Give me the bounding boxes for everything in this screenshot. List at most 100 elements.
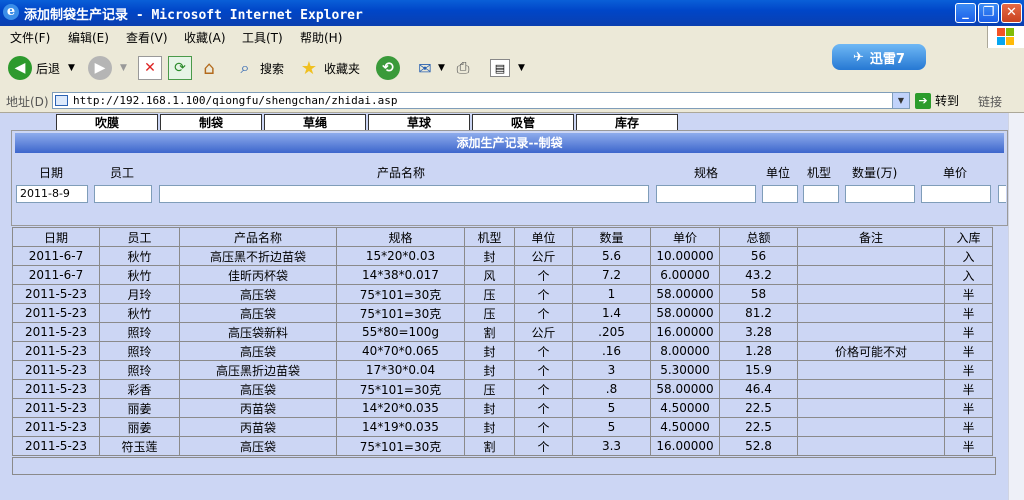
cell-date: 2011-6-7 <box>12 246 100 266</box>
cell-remark <box>797 398 945 418</box>
cell-date: 2011-5-23 <box>12 322 100 342</box>
cell-date: 2011-5-23 <box>12 417 100 437</box>
unit-input[interactable] <box>762 185 798 203</box>
menu-file[interactable]: 文件(F) <box>10 29 50 46</box>
cell-total: 3.28 <box>719 322 798 342</box>
forward-arrow-icon: ▶ <box>88 56 112 80</box>
restore-button[interactable]: ❐ <box>978 3 999 23</box>
cell-product-name: 丙苗袋 <box>179 398 337 418</box>
table-row: 2011-5-23 彩香 高压袋 75*101=30克压个 .8 58.00000 46.4… <box>12 379 993 399</box>
cell-spec: 14*38*0.017 <box>336 265 465 285</box>
cell-remark <box>797 265 945 285</box>
unit-price-input[interactable] <box>921 185 991 203</box>
tab-zhidai[interactable]: 制袋 <box>160 114 262 131</box>
cell-machine: 封 <box>464 246 515 266</box>
cell-date: 2011-5-23 <box>12 379 100 399</box>
home-button[interactable]: ⌂ <box>198 55 220 81</box>
cell-total: 22.5 <box>719 398 798 418</box>
address-dropdown-icon[interactable]: ▼ <box>892 93 909 108</box>
spec-input[interactable] <box>656 185 756 203</box>
history-icon: ⟲ <box>376 56 400 80</box>
edit-button[interactable]: ▤ ▼ <box>490 55 525 81</box>
back-button[interactable]: ◀ 后退 ▼ <box>8 55 75 81</box>
quantity-input[interactable] <box>845 185 915 203</box>
thunder-button[interactable]: ✈ 迅雷7 <box>832 44 926 70</box>
cell-stock-status: 半 <box>944 341 993 361</box>
cell-machine: 压 <box>464 303 515 323</box>
forward-button[interactable]: ▶ ▼ <box>88 55 127 81</box>
tab-kucun[interactable]: 库存 <box>576 114 678 131</box>
tab-caosheng[interactable]: 草绳 <box>264 114 366 131</box>
dropdown-arrow-icon[interactable]: ▼ <box>518 63 525 73</box>
cell-stock-status: 入 <box>944 265 993 285</box>
address-url[interactable]: http://192.168.1.100/qiongfu/shengchan/z… <box>73 94 398 107</box>
links-label[interactable]: 链接 <box>978 93 1002 110</box>
tab-caoqiu[interactable]: 草球 <box>368 114 470 131</box>
cell-unit: 个 <box>514 284 573 304</box>
menu-tools[interactable]: 工具(T) <box>242 29 283 46</box>
search-button[interactable]: ⌕ 搜索 <box>234 55 285 81</box>
menu-view[interactable]: 查看(V) <box>126 29 168 46</box>
cell-machine: 压 <box>464 284 515 304</box>
minimize-button[interactable]: _ <box>955 3 976 23</box>
history-button[interactable]: ⟲ <box>376 55 400 81</box>
cell-unit: 个 <box>514 417 573 437</box>
close-button[interactable]: ✕ <box>1001 3 1022 23</box>
menu-help[interactable]: 帮助(H) <box>300 29 342 46</box>
cell-employee: 秋竹 <box>99 246 180 266</box>
menu-edit[interactable]: 编辑(E) <box>68 29 109 46</box>
cell-unit: 个 <box>514 379 573 399</box>
tab-chuimo[interactable]: 吹膜 <box>56 114 158 131</box>
employee-input[interactable] <box>94 185 152 203</box>
cell-remark <box>797 360 945 380</box>
tab-xiguan[interactable]: 吸管 <box>472 114 574 131</box>
cell-unit: 个 <box>514 436 573 456</box>
cell-stock-status: 入 <box>944 246 993 266</box>
machine-input[interactable] <box>803 185 839 203</box>
go-button[interactable]: ➔ 转到 <box>915 92 959 109</box>
dropdown-arrow-icon[interactable]: ▼ <box>438 63 445 73</box>
cell-employee: 彩香 <box>99 379 180 399</box>
vertical-scrollbar[interactable] <box>1008 113 1024 500</box>
print-button[interactable]: ⎙ <box>452 55 474 81</box>
cell-unit: 公斤 <box>514 322 573 342</box>
address-label: 地址(D) <box>6 95 49 109</box>
favorites-button[interactable]: ★ 收藏夹 <box>298 55 360 81</box>
cell-date: 2011-5-23 <box>12 360 100 380</box>
cell-date: 2011-6-7 <box>12 265 100 285</box>
date-input[interactable]: 2011-8-9 <box>16 185 88 203</box>
table-row: 2011-5-23 丽姜 丙苗袋 14*19*0.035 封个 5 4.50000 22.5 半 <box>12 417 993 437</box>
label-unit-price: 单价 <box>943 166 968 180</box>
cell-unit-price: 4.50000 <box>650 417 720 437</box>
edit-page-icon: ▤ <box>490 59 510 77</box>
window-title: 添加制袋生产记录 - Microsoft Internet Explorer <box>24 8 363 23</box>
cell-remark <box>797 322 945 342</box>
refresh-button[interactable]: ⟳ <box>168 55 192 81</box>
cell-quantity: 3 <box>572 360 651 380</box>
tab-bar: 吹膜 制袋 草绳 草球 吸管 库存 <box>56 114 680 131</box>
cell-machine: 割 <box>464 436 515 456</box>
star-icon: ★ <box>300 57 318 79</box>
header-employee: 员工 <box>99 227 180 247</box>
label-machine: 机型 <box>807 166 832 180</box>
cell-total: 52.8 <box>719 436 798 456</box>
product-name-input[interactable] <box>159 185 649 203</box>
dropdown-arrow-icon[interactable]: ▼ <box>68 63 75 73</box>
cell-stock-status: 半 <box>944 436 993 456</box>
menu-favorites[interactable]: 收藏(A) <box>184 29 226 46</box>
cell-spec: 14*19*0.035 <box>336 417 465 437</box>
cell-unit-price: 16.00000 <box>650 322 720 342</box>
cell-spec: 55*80=100g <box>336 322 465 342</box>
dropdown-arrow-icon[interactable]: ▼ <box>120 63 127 73</box>
refresh-icon: ⟳ <box>168 56 192 80</box>
stop-button[interactable]: ✕ <box>138 55 162 81</box>
mail-button[interactable]: ✉ ▼ <box>414 55 445 81</box>
cell-unit-price: 16.00000 <box>650 436 720 456</box>
table-footer-bar <box>12 457 996 475</box>
cell-unit-price: 4.50000 <box>650 398 720 418</box>
address-input[interactable]: http://192.168.1.100/qiongfu/shengchan/z… <box>52 92 910 109</box>
cell-stock-status: 半 <box>944 303 993 323</box>
cell-remark <box>797 284 945 304</box>
cell-employee: 照玲 <box>99 322 180 342</box>
extra-input[interactable] <box>998 185 1006 203</box>
